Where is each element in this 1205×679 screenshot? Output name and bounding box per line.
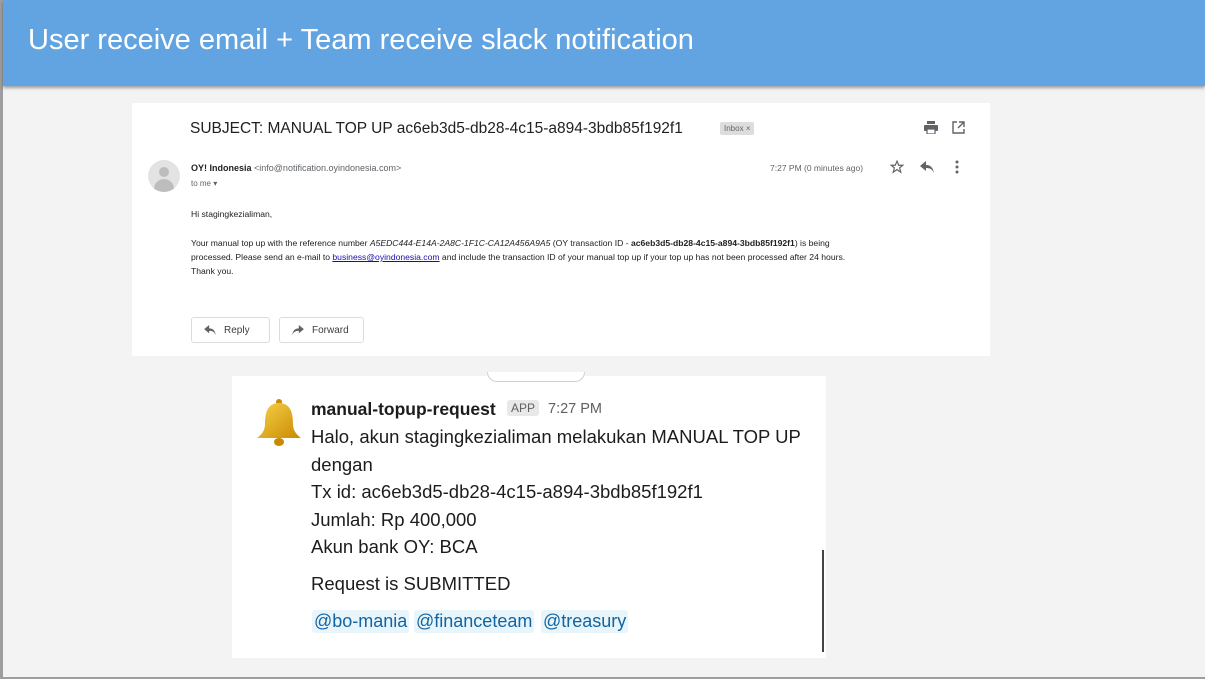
sender-name: OY! Indonesia bbox=[191, 163, 252, 173]
reply-icon[interactable] bbox=[920, 161, 934, 176]
support-email-link[interactable]: business@oyindonesia.com bbox=[332, 252, 439, 262]
inbox-label-text: Inbox bbox=[724, 124, 744, 133]
email-body-line-1: Your manual top up with the reference nu… bbox=[191, 236, 830, 250]
bell-icon bbox=[257, 399, 301, 446]
scrollbar[interactable] bbox=[822, 550, 824, 652]
email-panel: SUBJECT: MANUAL TOP UP ac6eb3d5-db28-4c1… bbox=[132, 103, 990, 356]
slack-panel: manual-topup-request APP 7:27 PM Halo, a… bbox=[232, 372, 826, 658]
slide-title: User receive email + Team receive slack … bbox=[28, 24, 694, 56]
star-icon[interactable] bbox=[889, 159, 905, 177]
mention-bo-mania[interactable]: @bo-mania bbox=[312, 610, 410, 633]
to-me-label: to me bbox=[191, 179, 212, 188]
slide-left-border bbox=[0, 0, 3, 679]
message-divider bbox=[487, 372, 585, 382]
app-badge: APP bbox=[507, 400, 540, 416]
email-thanks: Thank you. bbox=[191, 266, 234, 276]
email-body-line-2: processed. Please send an e-mail to busi… bbox=[191, 250, 845, 264]
print-icon[interactable] bbox=[924, 121, 938, 137]
recipient-dropdown[interactable]: to me ▾ bbox=[191, 179, 217, 188]
message-bank: Akun bank OY: BCA bbox=[311, 536, 478, 557]
body-text: ) is being bbox=[794, 238, 830, 248]
slide-header: User receive email + Team receive slack … bbox=[3, 0, 1205, 86]
body-text: (OY transaction ID - bbox=[550, 238, 631, 248]
sender-avatar bbox=[148, 160, 180, 192]
mention-financeteam[interactable]: @financeteam bbox=[414, 610, 535, 633]
inbox-label-chip[interactable]: Inbox × bbox=[720, 122, 755, 135]
chevron-down-icon[interactable]: ▾ bbox=[213, 179, 217, 188]
message-tx-id: Tx id: ac6eb3d5-db28-4c15-a894-3bdb85f19… bbox=[311, 481, 703, 502]
reply-icon bbox=[204, 325, 216, 335]
forward-icon bbox=[292, 325, 304, 335]
forward-button[interactable]: Forward bbox=[279, 317, 364, 343]
reference-number: A5EDC444-E14A-2A8C-1F1C-CA12A456A9A5 bbox=[369, 238, 551, 248]
message-time[interactable]: 7:27 PM bbox=[548, 401, 602, 417]
message-status: Request is SUBMITTED bbox=[311, 573, 511, 594]
reply-button[interactable]: Reply bbox=[191, 317, 270, 343]
forward-label: Forward bbox=[312, 324, 349, 336]
bot-name[interactable]: manual-topup-request bbox=[311, 399, 496, 420]
mention-treasury[interactable]: @treasury bbox=[541, 610, 629, 633]
email-subject: SUBJECT: MANUAL TOP UP ac6eb3d5-db28-4c1… bbox=[190, 120, 683, 137]
message-line-1: Halo, akun stagingkezialiman melakukan M… bbox=[311, 426, 801, 447]
message-line-2: dengan bbox=[311, 454, 373, 475]
sender-line: OY! Indonesia <info@notification.oyindon… bbox=[191, 163, 401, 173]
email-greeting: Hi stagingkezialiman, bbox=[191, 209, 273, 219]
transaction-id: ac6eb3d5-db28-4c15-a894-3bdb85f192f1 bbox=[630, 238, 795, 248]
sender-address: <info@notification.oyindonesia.com> bbox=[254, 163, 402, 173]
reply-label: Reply bbox=[224, 324, 250, 336]
message-amount: Jumlah: Rp 400,000 bbox=[311, 509, 477, 530]
body-text: and include the transaction ID of your m… bbox=[439, 252, 846, 262]
body-text: processed. Please send an e-mail to bbox=[191, 252, 333, 262]
body-text: Your manual top up with the reference nu… bbox=[191, 238, 370, 248]
open-in-new-icon[interactable] bbox=[952, 121, 965, 137]
inbox-label-remove[interactable]: × bbox=[746, 124, 751, 133]
more-vert-icon[interactable] bbox=[955, 160, 959, 177]
email-time: 7:27 PM (0 minutes ago) bbox=[770, 163, 864, 173]
